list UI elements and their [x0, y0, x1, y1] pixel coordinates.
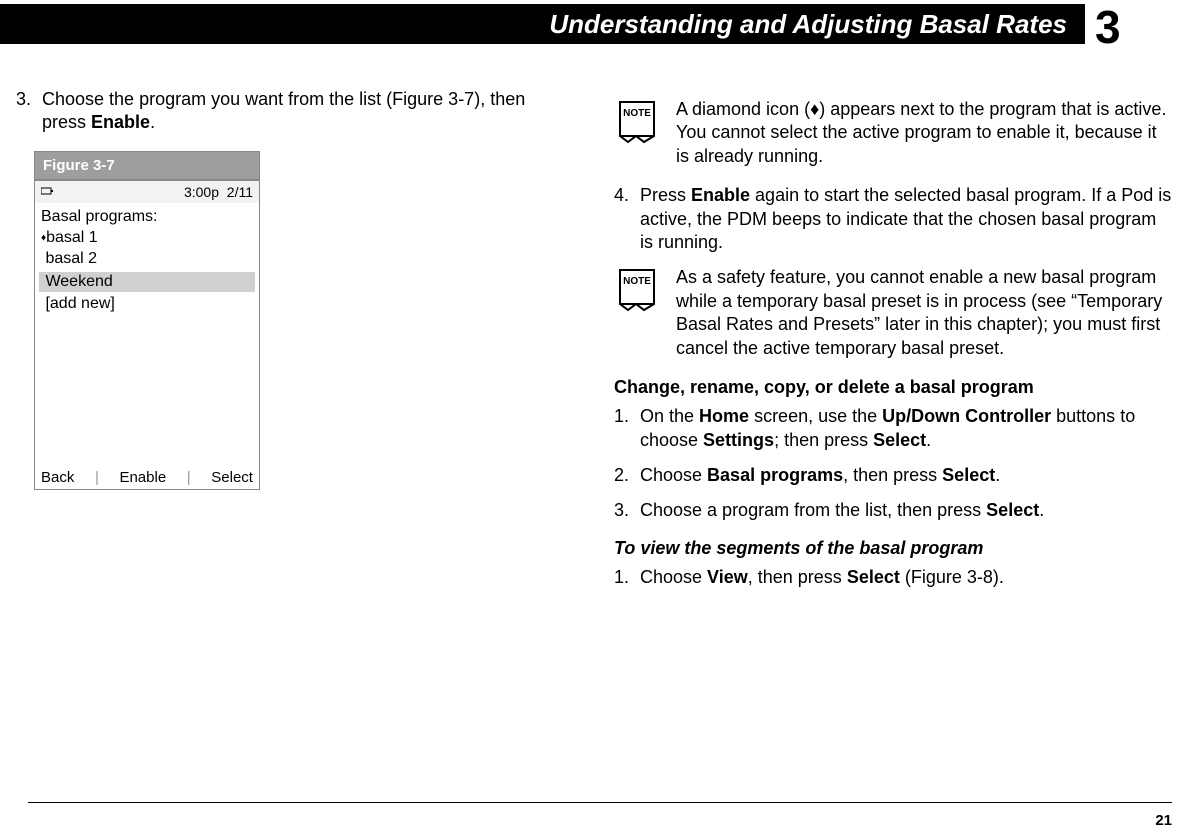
item-label: Weekend: [45, 273, 112, 290]
text: Choose a program from the list, then pre…: [640, 500, 986, 520]
bold-enable: Enable: [91, 112, 150, 132]
step-body: Choose the program you want from the lis…: [42, 88, 574, 135]
view-step-1: 1. Choose View, then press Select (Figur…: [614, 566, 1172, 589]
page-number: 21: [1155, 812, 1172, 829]
text: Choose: [640, 465, 707, 485]
figure-label: Figure 3-7: [34, 151, 260, 181]
note-text: A diamond icon (♦) appears next to the p…: [676, 98, 1172, 168]
step-number: 3.: [614, 499, 632, 522]
chapter-title: Understanding and Adjusting Basal Rates: [549, 4, 1085, 44]
bold-settings: Settings: [703, 430, 774, 450]
date-text: 2/11: [227, 184, 253, 200]
bold-basalprograms: Basal programs: [707, 465, 843, 485]
device-list-item: ♦basal 1: [41, 228, 253, 249]
subheading-italic: To view the segments of the basal progra…: [614, 537, 1172, 560]
device-screen: 3:00p 2/11 Basal programs: ♦basal 1 basa…: [34, 180, 260, 490]
step-number: 2.: [614, 464, 632, 487]
time-text: 3:00p: [184, 184, 219, 200]
svg-text:NOTE: NOTE: [623, 108, 651, 119]
document-page: Understanding and Adjusting Basal Rates …: [0, 0, 1200, 839]
device-list-item-selected: Weekend: [39, 272, 255, 293]
chapter-number: 3: [1095, 0, 1121, 54]
softkey-enable: Enable: [119, 468, 166, 488]
step-number: 1.: [614, 566, 632, 589]
device-softkeys: Back | Enable | Select: [35, 468, 259, 488]
note-box: NOTE As a safety feature, you cannot ena…: [614, 266, 1172, 360]
step-body: Choose View, then press Select (Figure 3…: [640, 566, 1172, 589]
text: .: [926, 430, 931, 450]
pod-status-icon: [41, 183, 55, 201]
bold-view: View: [707, 567, 748, 587]
text: ; then press: [774, 430, 873, 450]
text: .: [150, 112, 155, 132]
header-bar: Understanding and Adjusting Basal Rates: [0, 4, 1085, 44]
footer-divider: [28, 802, 1172, 803]
svg-text:NOTE: NOTE: [623, 276, 651, 287]
bold-select: Select: [942, 465, 995, 485]
left-column: 3. Choose the program you want from the …: [16, 88, 574, 779]
softkey-select: Select: [211, 468, 253, 488]
text: On the: [640, 406, 699, 426]
softkey-separator: |: [187, 468, 191, 488]
item-label: basal 1: [46, 229, 98, 246]
substep-3: 3. Choose a program from the list, then …: [614, 499, 1172, 522]
subheading: Change, rename, copy, or delete a basal …: [614, 376, 1172, 399]
note-icon: NOTE: [614, 98, 662, 146]
content-area: 3. Choose the program you want from the …: [16, 88, 1172, 779]
text: screen, use the: [749, 406, 882, 426]
step-4: 4. Press Enable again to start the selec…: [614, 184, 1172, 254]
step-body: On the Home screen, use the Up/Down Cont…: [640, 405, 1172, 452]
text: (Figure 3-8).: [900, 567, 1004, 587]
bold-enable: Enable: [691, 185, 750, 205]
step-body: Choose a program from the list, then pre…: [640, 499, 1172, 522]
device-status-bar: 3:00p 2/11: [35, 181, 259, 203]
item-label: [add new]: [45, 295, 114, 312]
text: Press: [640, 185, 691, 205]
bold-select: Select: [847, 567, 900, 587]
device-body: Basal programs: ♦basal 1 basal 2 Weekend…: [35, 203, 259, 315]
figure-3-7: Figure 3-7 3:00p 2/11 Basal programs: ♦b…: [34, 151, 260, 491]
text: Choose: [640, 567, 707, 587]
step-body: Press Enable again to start the selected…: [640, 184, 1172, 254]
substep-2: 2. Choose Basal programs, then press Sel…: [614, 464, 1172, 487]
chapter-header: Understanding and Adjusting Basal Rates …: [0, 4, 1200, 44]
bold-select: Select: [986, 500, 1039, 520]
right-column: NOTE A diamond icon (♦) appears next to …: [614, 88, 1172, 779]
softkey-separator: |: [95, 468, 99, 488]
device-time: 3:00p 2/11: [184, 183, 253, 201]
step-body: Choose Basal programs, then press Select…: [640, 464, 1172, 487]
step-number: 1.: [614, 405, 632, 452]
bold-home: Home: [699, 406, 749, 426]
note-box: NOTE A diamond icon (♦) appears next to …: [614, 98, 1172, 168]
text: , then press: [748, 567, 847, 587]
device-list-title: Basal programs:: [41, 207, 253, 228]
bold-updown: Up/Down Controller: [882, 406, 1051, 426]
step-3: 3. Choose the program you want from the …: [16, 88, 574, 135]
step-number: 3.: [16, 88, 34, 135]
substep-1: 1. On the Home screen, use the Up/Down C…: [614, 405, 1172, 452]
device-list-item: basal 2: [41, 249, 253, 270]
device-list-item: [add new]: [41, 294, 253, 315]
bold-select: Select: [873, 430, 926, 450]
text: .: [1039, 500, 1044, 520]
step-number: 4.: [614, 184, 632, 254]
text: .: [995, 465, 1000, 485]
text: , then press: [843, 465, 942, 485]
note-icon: NOTE: [614, 266, 662, 314]
item-label: basal 2: [45, 250, 97, 267]
note-text: As a safety feature, you cannot enable a…: [676, 266, 1172, 360]
softkey-back: Back: [41, 468, 74, 488]
